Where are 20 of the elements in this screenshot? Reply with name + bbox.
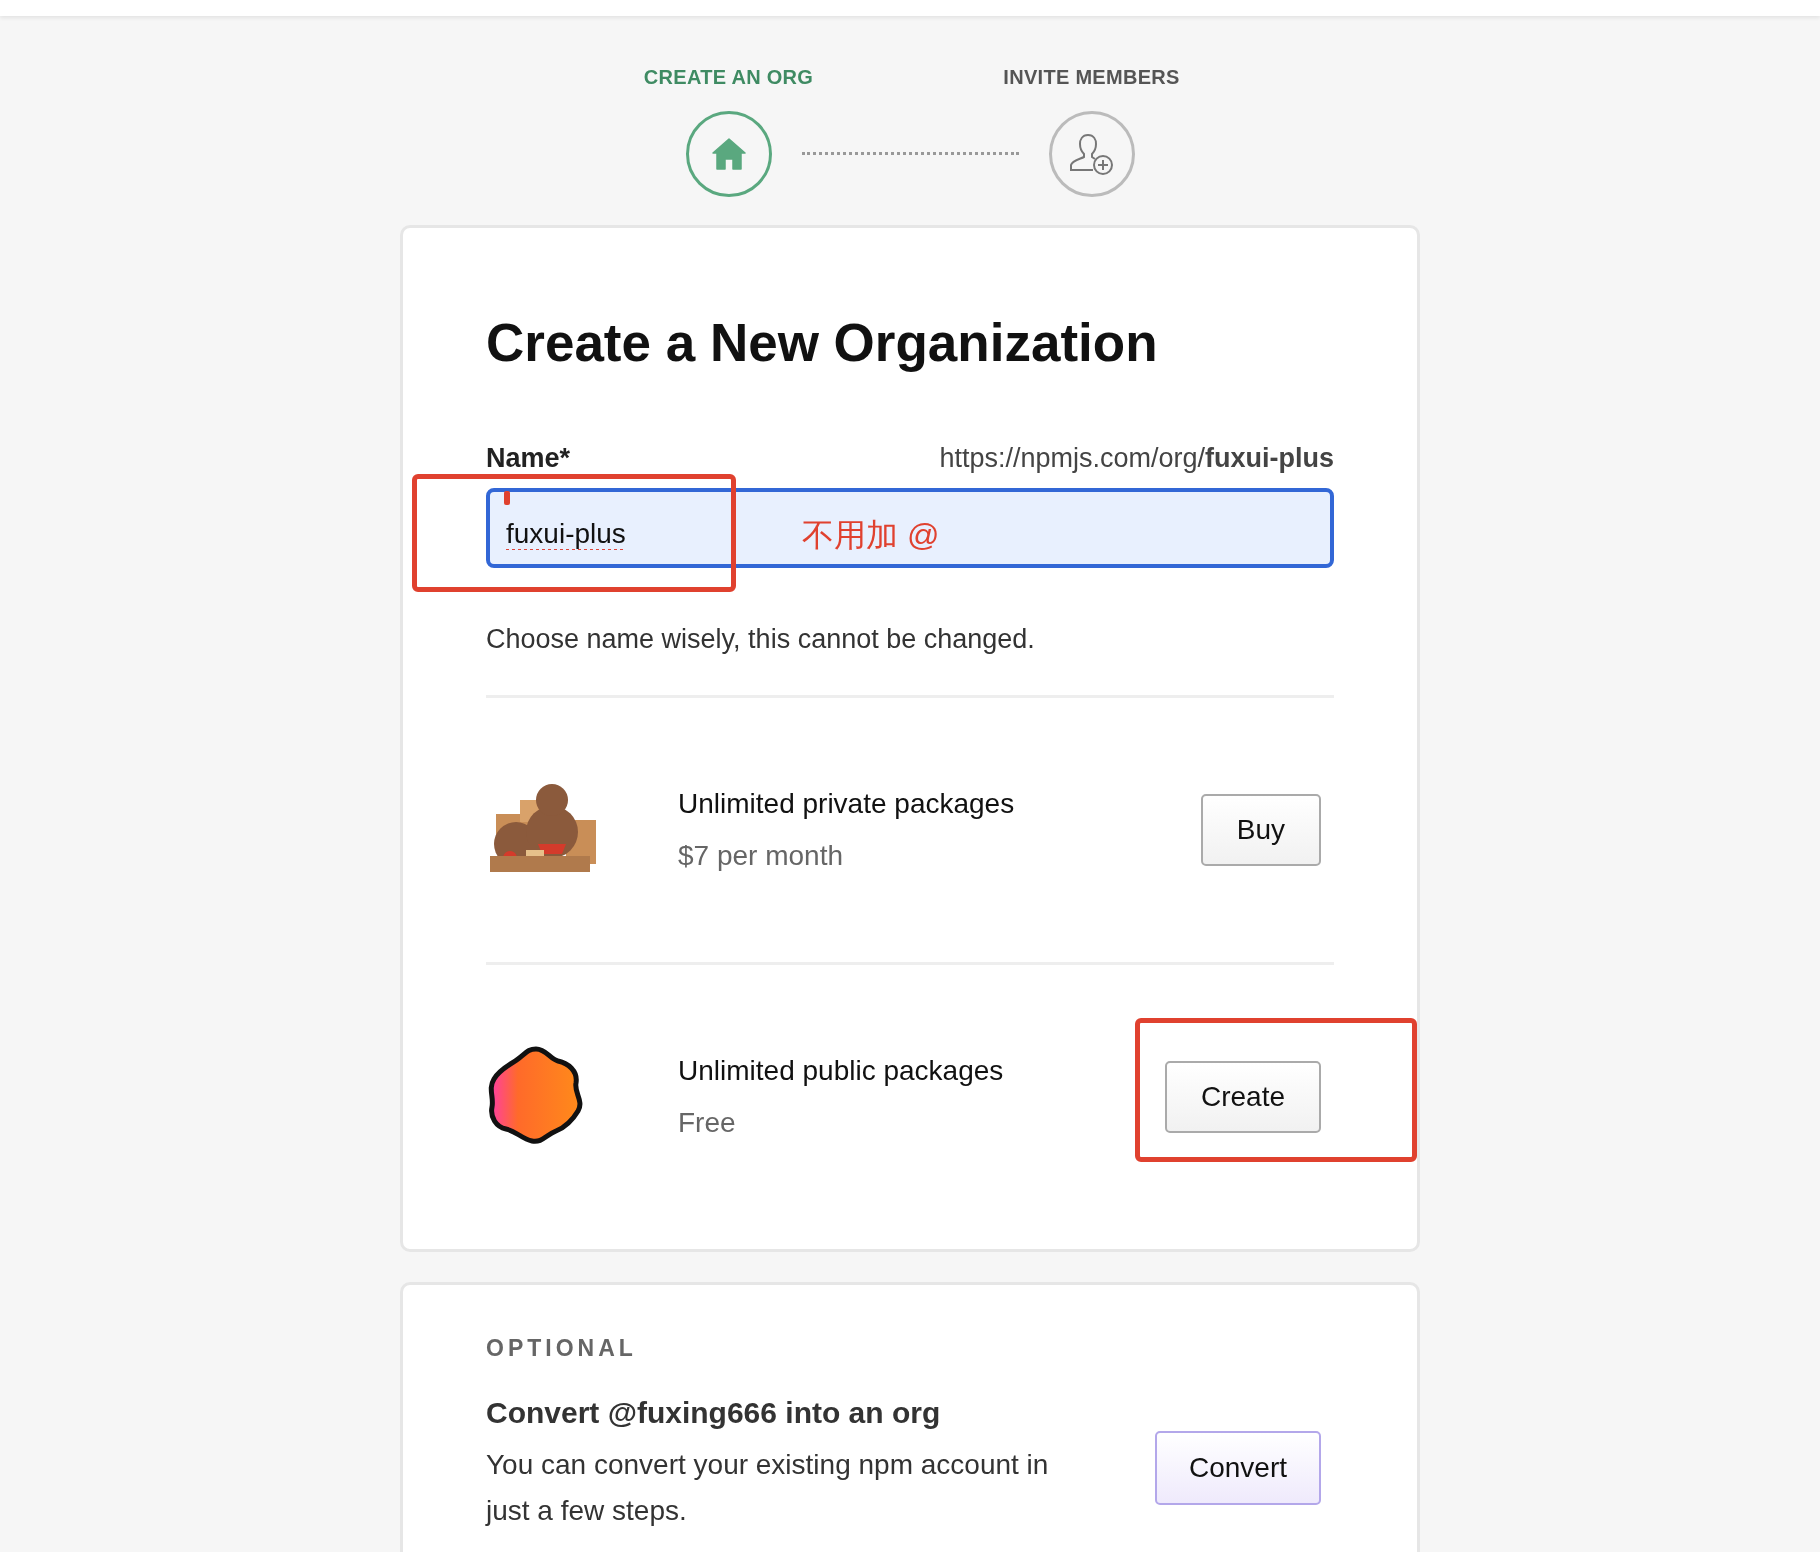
plan-title: Unlimited private packages <box>678 788 1016 820</box>
create-button[interactable]: Create <box>1164 1061 1321 1133</box>
section-label: OPTIONAL <box>486 1335 638 1362</box>
home-icon <box>711 138 746 170</box>
hint-text: Choose name wisely, this cannot be changed. <box>486 624 1036 655</box>
org-url: https://npmjs.com/org/fuxui-plus <box>939 443 1334 474</box>
add-user-icon <box>1068 132 1115 176</box>
convert-button[interactable]: Convert <box>1154 1431 1321 1505</box>
field-label: Name* <box>486 443 571 474</box>
convert-description: You can convert your existing npm account in just a few steps. <box>486 1448 1050 1528</box>
annotation-note: 不用加 @ <box>802 516 940 555</box>
plan-price: $7 per month <box>678 840 844 872</box>
step-label: INVITE MEMBERS <box>1003 66 1180 89</box>
annotation-tick <box>504 491 510 505</box>
page-title: Create a New Organization <box>486 312 1159 373</box>
plan-price: Free <box>678 1107 737 1139</box>
plan-title: Unlimited public packages <box>678 1055 1005 1087</box>
buy-button[interactable]: Buy <box>1200 794 1321 866</box>
step-label: CREATE AN ORG <box>643 66 814 89</box>
convert-title: Convert @fuxing666 into an org <box>486 1396 942 1430</box>
